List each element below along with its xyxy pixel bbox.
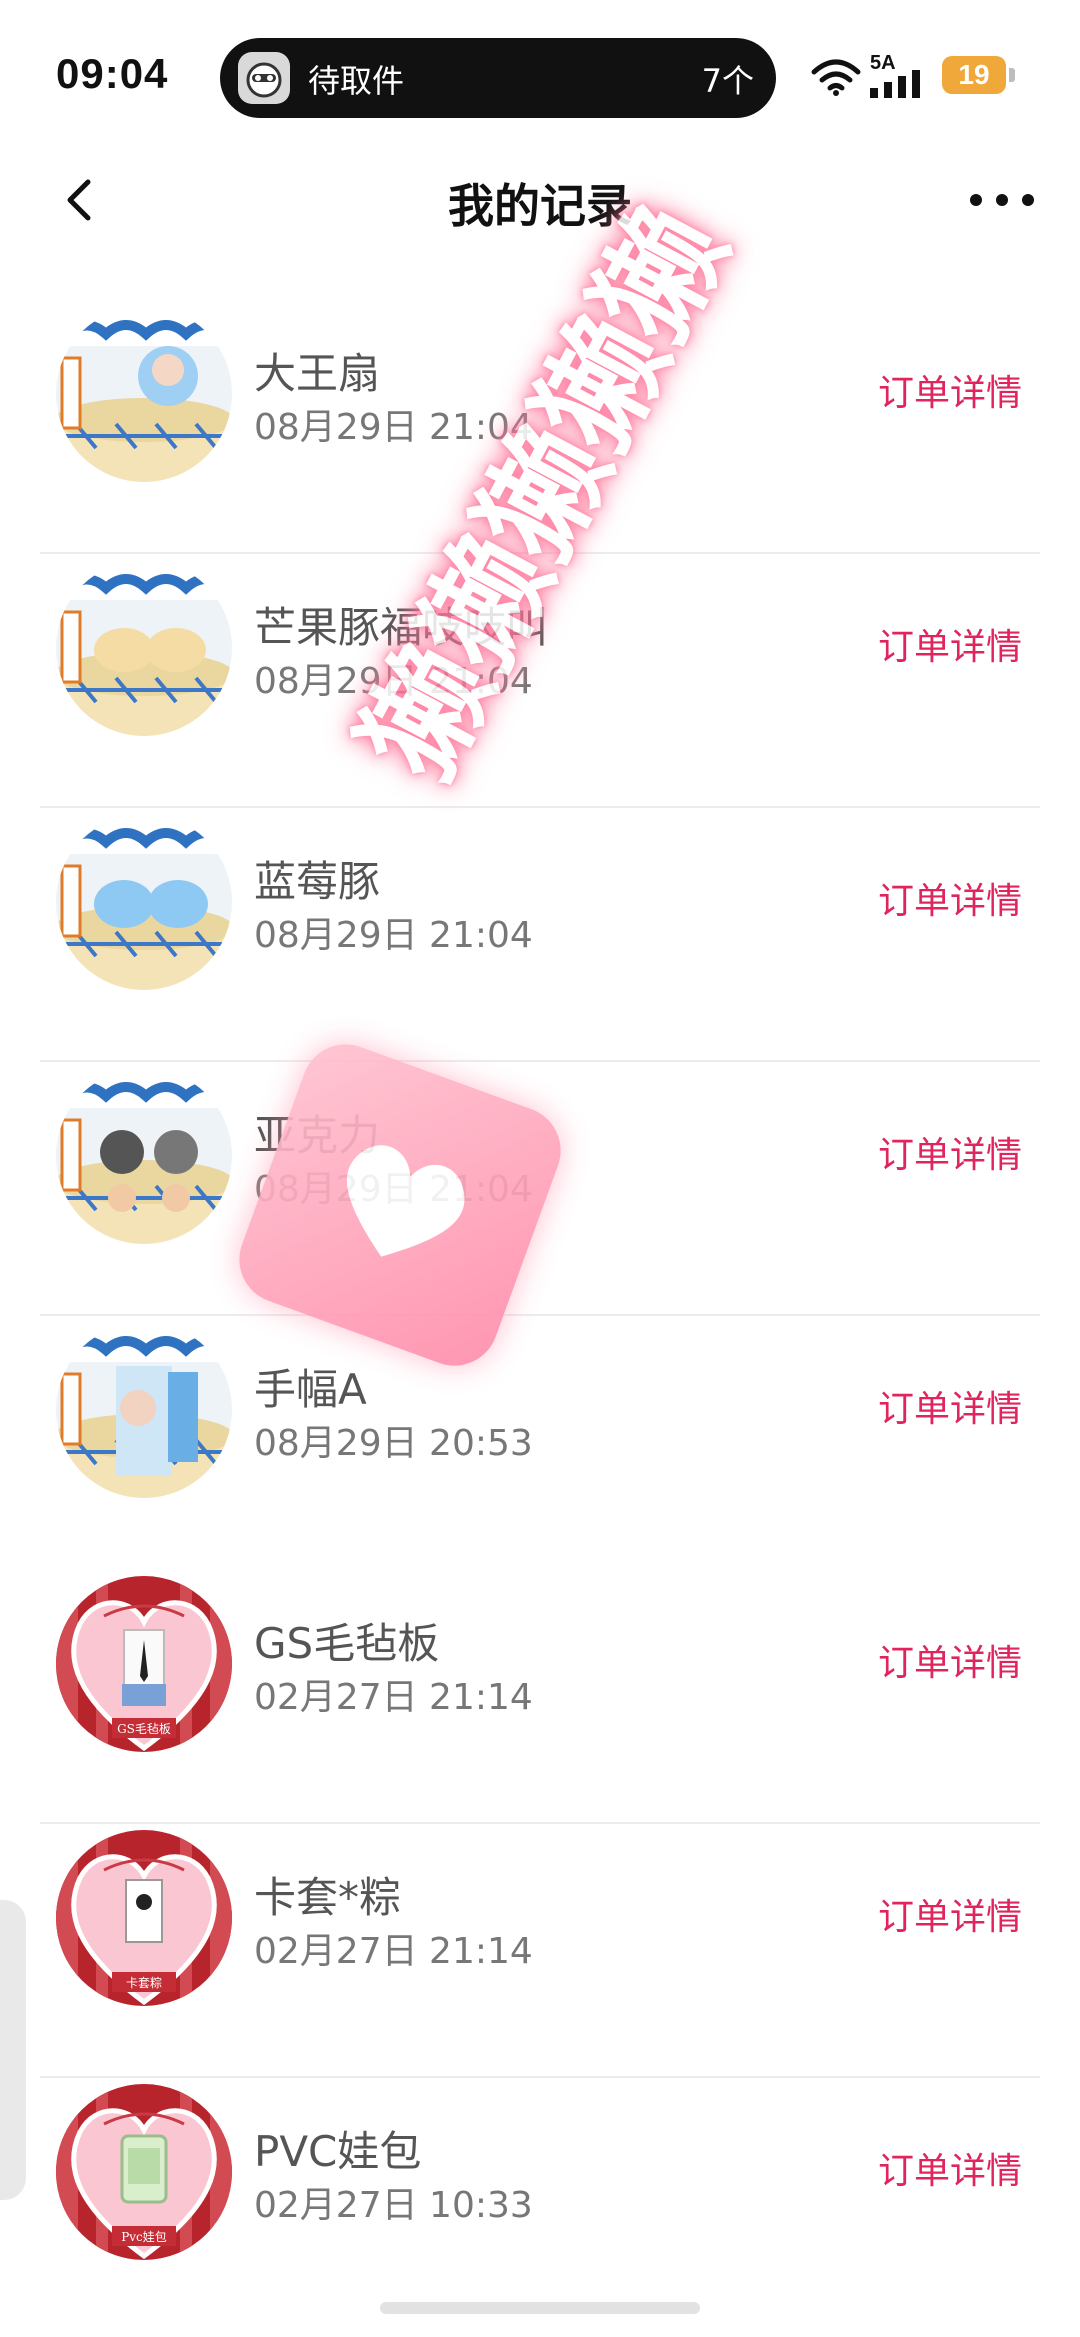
app-screen: 09:04 待取件 7个 5A 19 我的记录 大王扇 08月29日 21:04… [0,0,1080,2337]
record-thumbnail[interactable] [56,1068,232,1244]
record-title: 大王扇 [254,349,381,398]
courier-app-icon [238,52,290,104]
svg-text:卡套粽: 卡套粽 [126,1975,162,1990]
order-detail-link[interactable]: 订单详情 [878,1888,1022,1940]
order-detail-link[interactable]: 订单详情 [878,618,1022,670]
order-detail-link[interactable]: 订单详情 [878,1634,1022,1686]
page-title: 我的记录 [448,179,632,233]
order-detail-link[interactable]: 订单详情 [878,872,1022,924]
more-icon [970,194,1034,206]
nav-bar: 我的记录 [0,150,1080,250]
order-detail-link[interactable]: 订单详情 [878,1380,1022,1432]
record-date: 08月29日 21:04 [254,1169,533,1210]
record-list: 大王扇 08月29日 21:04 订单详情 芒果豚福吱吱叫 08月29日 21:04 订… [0,300,1080,2332]
island-label: 待取件 [308,62,405,100]
record-thumbnail[interactable]: GS毛毡板 [56,1576,232,1752]
record-thumbnail[interactable]: Pvc娃包 [56,2084,232,2260]
record-row[interactable]: GS毛毡板 GS毛毡板 02月27日 21:14 订单详情 [0,1570,1080,1824]
more-button[interactable] [964,178,1040,222]
battery-icon: 19 [942,56,1006,94]
status-bar: 09:04 待取件 7个 5A 19 [0,0,1080,150]
dynamic-island[interactable]: 待取件 7个 [220,38,776,118]
island-count: 7个 [701,62,754,100]
svg-text:GS毛毡板: GS毛毡板 [117,1722,171,1736]
record-date: 02月27日 21:14 [254,1931,533,1972]
record-thumbnail[interactable] [56,306,232,482]
record-date: 08月29日 20:53 [254,1423,533,1464]
order-detail-link[interactable]: 订单详情 [878,2142,1022,2194]
record-title: GS毛毡板 [254,1619,440,1668]
record-date: 08月29日 21:04 [254,915,533,956]
record-date: 08月29日 21:04 [254,407,533,448]
record-thumbnail[interactable] [56,560,232,736]
record-title: PVC娃包 [254,2127,422,2176]
svg-text:Pvc娃包: Pvc娃包 [121,2230,167,2244]
side-drawer-handle[interactable] [0,1900,26,2200]
record-thumbnail[interactable]: 卡套粽 [56,1830,232,2006]
home-indicator[interactable] [380,2302,700,2314]
record-row[interactable]: 亚克力 08月29日 21:04 订单详情 [0,1062,1080,1316]
record-row[interactable]: 蓝莓豚 08月29日 21:04 订单详情 [0,808,1080,1062]
status-icons: 5A 19 [810,52,1040,102]
record-row[interactable]: 卡套粽 卡套*粽 02月27日 21:14 订单详情 [0,1824,1080,2078]
record-title: 芒果豚福吱吱叫 [254,603,549,652]
record-thumbnail[interactable] [56,1322,232,1498]
record-date: 02月27日 21:14 [254,1677,533,1718]
record-row[interactable]: 芒果豚福吱吱叫 08月29日 21:04 订单详情 [0,554,1080,808]
record-title: 亚克力 [254,1111,381,1160]
signal-icon [870,70,920,98]
order-detail-link[interactable]: 订单详情 [878,364,1022,416]
record-date: 08月29日 21:04 [254,661,533,702]
record-date: 02月27日 10:33 [254,2185,533,2226]
wifi-icon [811,59,861,96]
record-row[interactable]: 大王扇 08月29日 21:04 订单详情 [0,300,1080,554]
record-thumbnail[interactable] [56,814,232,990]
record-title: 手幅A [254,1365,367,1414]
record-title: 蓝莓豚 [254,857,381,906]
status-time: 09:04 [56,50,169,97]
record-row[interactable]: Pvc娃包 PVC娃包 02月27日 10:33 订单详情 [0,2078,1080,2332]
record-title: 卡套*粽 [254,1873,402,1922]
order-detail-link[interactable]: 订单详情 [878,1126,1022,1178]
record-row[interactable]: 手幅A 08月29日 20:53 订单详情 [0,1316,1080,1570]
battery-tip [1009,68,1015,82]
